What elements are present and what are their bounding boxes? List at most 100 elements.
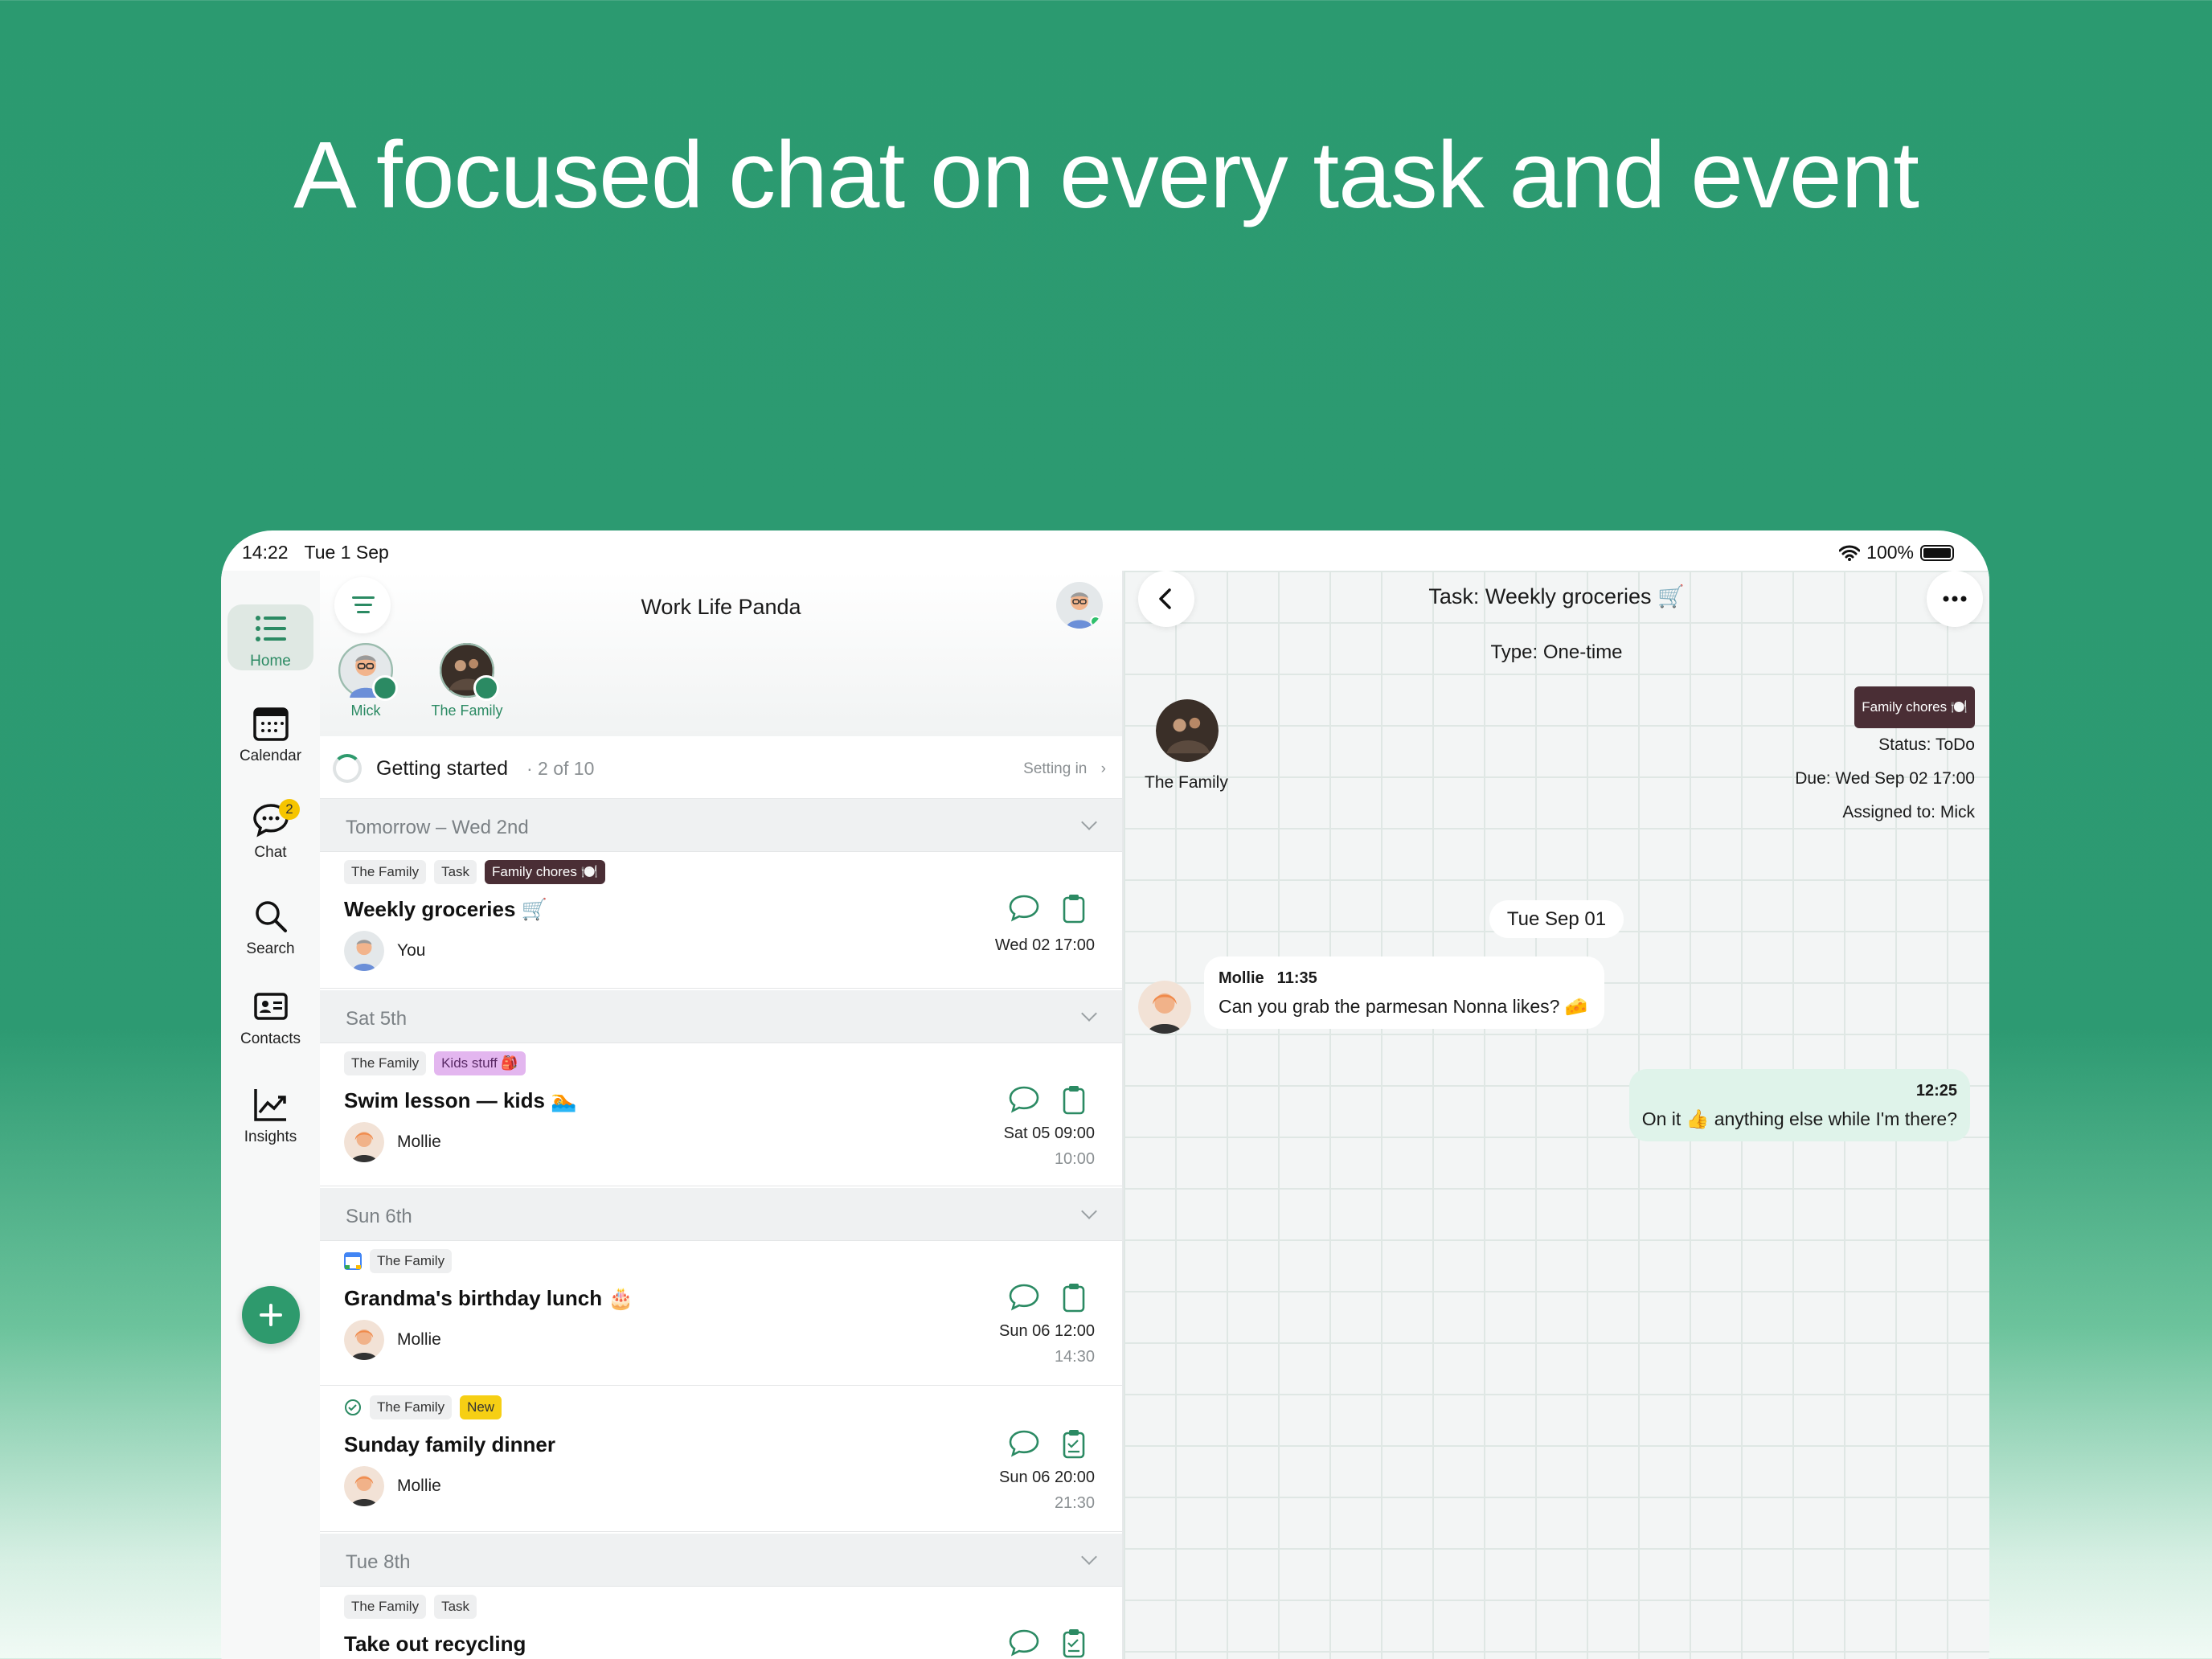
profile-avatar[interactable] [1056, 582, 1103, 629]
nav-contacts-label: Contacts [240, 1030, 301, 1047]
outgoing-message[interactable]: 12:25 On it 👍 anything else while I'm th… [1628, 1069, 1970, 1141]
item-time: Sat 05 09:00 10:00 [1004, 1120, 1095, 1172]
item-end: 10:00 [1054, 1150, 1095, 1168]
day-header[interactable]: Tomorrow – Wed 2nd [320, 799, 1122, 852]
assignee-name: Mollie [397, 1477, 441, 1495]
tag: The Family [344, 1051, 427, 1075]
family-photo-icon [1156, 699, 1219, 762]
clipboard-icon[interactable] [1058, 1083, 1090, 1116]
add-button[interactable] [242, 1286, 300, 1344]
person-icon [372, 675, 398, 701]
message-header: Mollie 11:35 [1219, 969, 1588, 988]
chat-badge: 2 [279, 799, 300, 820]
task-chat-pane: Task: Weekly groceries 🛒 Type: One-time … [1122, 571, 1989, 1659]
list-item[interactable]: The Family Grandma's birthday lunch 🎂 Mo… [320, 1241, 1122, 1386]
contacts-card-icon [253, 993, 288, 1020]
item-title: Swim lesson — kids 🏊 [344, 1088, 577, 1112]
new-badge: New [460, 1395, 502, 1419]
clipboard-check-icon[interactable] [1058, 1428, 1090, 1460]
item-title: Take out recycling [344, 1632, 526, 1656]
chat-bubble-icon[interactable] [1008, 1083, 1040, 1116]
headline: A focused chat on every task and event [293, 122, 1919, 228]
person-mick-label: Mick [350, 703, 381, 719]
nav-contacts[interactable]: Contacts [227, 982, 313, 1048]
chevron-right-icon: › [1100, 760, 1106, 777]
list-item[interactable]: The Family Task Family chores 🍽️ Weekly … [320, 852, 1122, 989]
person-family-label: The Family [431, 703, 503, 719]
list-item[interactable]: The Family Kids stuff 🎒 Swim lesson — ki… [320, 1043, 1122, 1186]
search-icon [255, 901, 287, 932]
message-time: 12:25 [1915, 1082, 1957, 1100]
chat-bubble-icon[interactable] [1008, 1281, 1040, 1313]
message-text: On it 👍 anything else while I'm there? [1641, 1108, 1957, 1129]
day-label: Sun 6th [346, 1206, 412, 1227]
day-header[interactable]: Sat 5th [320, 990, 1122, 1043]
task-meta: Family chores 🍽️ Status: ToDo Due: Wed S… [1795, 686, 1975, 830]
nav-calendar[interactable]: Calendar [227, 699, 313, 765]
day-label: Tue 8th [346, 1551, 411, 1573]
item-time: Wed 02 17:00 [995, 932, 1095, 958]
clipboard-icon[interactable] [1058, 1281, 1090, 1313]
message-text: Can you grab the parmesan Nonna likes? 🧀 [1219, 996, 1588, 1017]
item-time: Sun 06 20:00 21:30 [999, 1464, 1095, 1516]
progress-ring-icon [333, 754, 362, 783]
item-time: Sun 06 12:00 14:30 [999, 1318, 1095, 1370]
status-date: Tue 1 Sep [304, 542, 389, 563]
item-start: Sat 05 09:00 [1003, 1124, 1095, 1142]
list-item[interactable]: The Family New Sunday family dinner Moll… [320, 1387, 1122, 1532]
chart-trend-icon [253, 1089, 286, 1121]
getting-started-status-text: Setting in [1023, 760, 1088, 777]
app-title: Work Life Panda [641, 595, 801, 619]
status-bar: 14:22 Tue 1 Sep 100% [221, 530, 1989, 571]
nav-insights[interactable]: Insights [227, 1080, 313, 1146]
avatar [344, 1466, 384, 1506]
item-start: Sun 06 20:00 [999, 1469, 1095, 1486]
task-assigned: Assigned to: Mick [1842, 803, 1975, 821]
group-name: The Family [1145, 773, 1228, 792]
day-header[interactable]: Sun 6th [320, 1188, 1122, 1241]
more-options-button[interactable] [1927, 571, 1983, 627]
assignee: Mollie [344, 1320, 441, 1360]
avatar [1138, 981, 1191, 1034]
message-sender: Mollie [1219, 969, 1264, 987]
nav-chat[interactable]: 2 Chat [227, 796, 313, 862]
assignee-name: Mollie [397, 1133, 441, 1151]
assignee-name: You [397, 941, 426, 960]
list-item[interactable]: The Family Task Take out recycling [320, 1587, 1122, 1659]
group-avatar[interactable] [1156, 699, 1219, 762]
nav-search-label: Search [246, 940, 295, 957]
day-label: Sat 5th [346, 1008, 408, 1030]
chat-bubble-icon[interactable] [1008, 892, 1040, 924]
tag: Kids stuff 🎒 [434, 1051, 526, 1075]
item-end: 21:30 [1054, 1494, 1095, 1512]
nav-home-label: Home [250, 653, 291, 670]
chat-bubble-icon[interactable] [1008, 1627, 1040, 1659]
getting-started-title: Getting started [376, 757, 508, 780]
getting-started-row[interactable]: Getting started · 2 of 10 Setting in › [320, 736, 1122, 799]
getting-started-count: · 2 of 10 [526, 758, 595, 779]
clipboard-icon[interactable] [1058, 892, 1090, 924]
chat-bubble-icon[interactable] [1008, 1428, 1040, 1460]
tablet-screen: 14:22 Tue 1 Sep 100% Home Calendar 2 Cha… [221, 530, 1989, 1659]
tag: Task [434, 860, 477, 884]
clipboard-check-icon[interactable] [1058, 1627, 1090, 1659]
list-header: Work Life Panda Mick The Family [320, 571, 1122, 736]
nav-rail: Home Calendar 2 Chat Search Contacts Ins… [221, 571, 320, 1659]
nav-home[interactable]: Home [227, 604, 313, 670]
tag: The Family [344, 1595, 427, 1619]
chevron-down-icon [1081, 1549, 1097, 1565]
assignee-name: Mollie [397, 1330, 441, 1349]
chevron-down-icon [1081, 1203, 1097, 1219]
list-icon [255, 616, 286, 641]
item-start: Sun 06 12:00 [999, 1322, 1095, 1340]
tag: The Family [370, 1249, 453, 1273]
day-header[interactable]: Tue 8th [320, 1534, 1122, 1587]
item-start: Wed 02 17:00 [994, 936, 1095, 954]
incoming-message[interactable]: Mollie 11:35 Can you grab the parmesan No… [1204, 956, 1604, 1029]
person-the-family[interactable]: The Family [423, 643, 511, 719]
chat-title: Task: Weekly groceries 🛒 [1428, 584, 1685, 608]
nav-search[interactable]: Search [227, 892, 313, 958]
assignee: Mollie [344, 1122, 441, 1162]
date-separator-label: Tue Sep 01 [1489, 900, 1624, 938]
person-mick[interactable]: Mick [322, 643, 410, 719]
